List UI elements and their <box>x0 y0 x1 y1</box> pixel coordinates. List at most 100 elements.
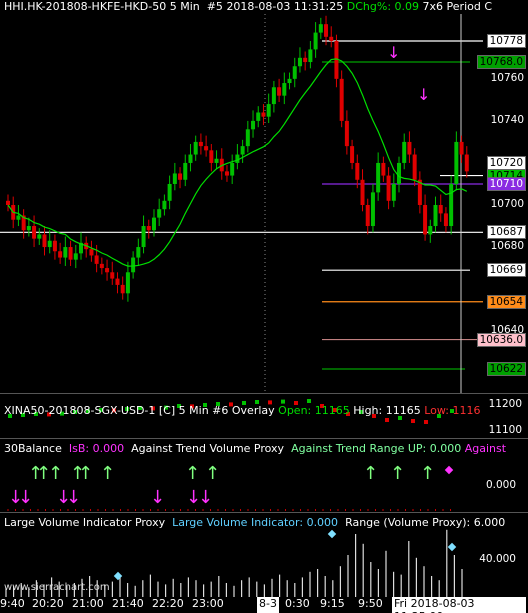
candle-body <box>464 154 469 172</box>
down-arrow-icon: ↓ <box>18 487 33 508</box>
candle-body <box>214 158 219 163</box>
candle-body <box>131 257 136 273</box>
candle-body <box>297 57 302 67</box>
candle-body <box>329 36 334 41</box>
price-label-10654: 10654 <box>486 294 526 309</box>
candle-body <box>110 272 115 279</box>
dchg-value: 0.09 <box>394 0 420 13</box>
against-label: Against <box>464 442 507 455</box>
down-arrow-icon: ↓ <box>198 487 213 508</box>
candle-body <box>266 104 271 117</box>
candle-body <box>344 120 349 147</box>
price-label-10760: 10760 <box>490 71 524 84</box>
candle-body <box>26 226 31 231</box>
candle-body <box>391 183 396 201</box>
period-text: 7x6 Period C <box>422 0 493 13</box>
balance-title: 30Balance <box>4 442 62 455</box>
diamond-marker <box>444 465 454 475</box>
candle-body <box>63 247 68 258</box>
isb-value: IsB: 0.000 <box>68 442 125 455</box>
candle-body <box>183 162 188 180</box>
candle-body <box>412 154 417 180</box>
time-label: 21:40 <box>112 597 144 610</box>
price-label-10622: 10622 <box>486 362 526 376</box>
price-label-10687: 10687 <box>486 225 526 240</box>
chart-header: HHI.HK-201808-HKFE-HKD-50 5 Min #5 2018-… <box>4 0 492 13</box>
candle-body <box>282 83 287 96</box>
balance-axis-zero: 0.000 <box>485 479 516 491</box>
overlay-axis-11100: 11100 <box>488 424 522 436</box>
up-arrow-icon: ↑ <box>78 463 93 484</box>
candle-body <box>454 141 459 184</box>
candle-body <box>355 162 360 180</box>
balance-pane[interactable]: ↑ ↑ ↑ ↑ ↑ ↑ ↑ ↑ ↑ ↑ ↑ ↓ ↓ ↓ ↓ ↓ ↓ ↓ 30Balance IsB: 0.000 … <box>0 439 528 512</box>
volume-marker <box>327 529 337 539</box>
volume-marker <box>447 542 457 552</box>
open-value: 11165 <box>314 404 350 417</box>
candle-body <box>99 263 104 269</box>
candle-body <box>47 240 52 248</box>
price-label-10740: 10740 <box>490 113 524 126</box>
time-label: 21:00 <box>72 597 104 610</box>
candle-body <box>292 66 297 79</box>
price-label-10636-0: 10636.0 <box>476 332 526 347</box>
dchg-label: DChg%: <box>346 0 392 13</box>
candle-body <box>73 253 78 260</box>
candle-body <box>141 226 146 248</box>
candle-body <box>167 183 172 201</box>
candle-body <box>449 183 454 227</box>
candle-body <box>89 249 94 256</box>
up-arrow-icon: ↑ <box>205 463 220 484</box>
time-label: 8-3 <box>257 597 279 613</box>
candle-body <box>115 278 120 285</box>
price-pane[interactable]: ↓ ↓ HHI.HK-201808-HKFE-HKD-50 5 Min #5 20… <box>0 0 528 393</box>
candle-body <box>350 146 355 163</box>
candle-body <box>209 150 214 163</box>
candle-body <box>251 120 256 130</box>
overlay-title: XINA50-201808-SGX-USD-1 [C] <box>4 404 176 417</box>
candle-body <box>407 141 412 155</box>
candle-body <box>204 146 209 151</box>
candle-body <box>256 112 261 121</box>
overlay-axis-11200: 11200 <box>488 398 522 410</box>
high-label: High: <box>353 404 383 417</box>
candle-body <box>193 141 198 155</box>
against-trend-range: Against Trend Range UP: 0.000 <box>291 442 462 455</box>
overlay-candle <box>281 399 285 404</box>
candle-body <box>376 162 381 193</box>
candle-body <box>277 87 282 96</box>
high-value: 11165 <box>385 404 421 417</box>
open-label: Open: <box>278 404 312 417</box>
candle-body <box>162 200 167 210</box>
time-label: 9:15 <box>320 597 345 610</box>
header-datetime: 2018-08-03 11:31:25 <box>226 0 344 13</box>
candle-body <box>58 251 63 258</box>
candle-body <box>188 154 193 163</box>
up-arrow-icon: ↑ <box>420 463 435 484</box>
candle-body <box>428 226 433 235</box>
against-trend-proxy: Against Trend Volume Proxy <box>131 442 285 455</box>
overlay-pane[interactable]: XINA50-201808-SGX-USD-1 [C] 5 Min #6 Ove… <box>0 394 528 438</box>
candle-body <box>68 247 73 260</box>
candle-body <box>370 192 375 227</box>
candle-body <box>224 171 229 176</box>
candle-body <box>16 215 21 220</box>
price-chart[interactable]: ↓↓ <box>0 0 528 393</box>
low-label: Low: <box>424 404 450 417</box>
candle-body <box>52 240 57 252</box>
overlay-candle <box>411 419 415 423</box>
candle-body <box>438 205 443 214</box>
symbol-label: HHI.HK-201808-HKFE-HKD-50 <box>4 0 167 13</box>
overlay-candle <box>424 420 428 424</box>
candle-body <box>136 247 141 258</box>
time-label: 9:50 <box>358 597 383 610</box>
price-label-10669: 10669 <box>486 263 526 278</box>
up-arrow-icon: ↑ <box>363 463 378 484</box>
down-arrow-icon: ↓ <box>417 85 430 104</box>
candle-body <box>42 234 47 248</box>
overlay-num: #6 Overlay <box>212 404 275 417</box>
candle-body <box>172 173 177 184</box>
up-arrow-icon: ↑ <box>390 463 405 484</box>
candle-body <box>423 205 428 235</box>
candle-body <box>433 205 438 227</box>
